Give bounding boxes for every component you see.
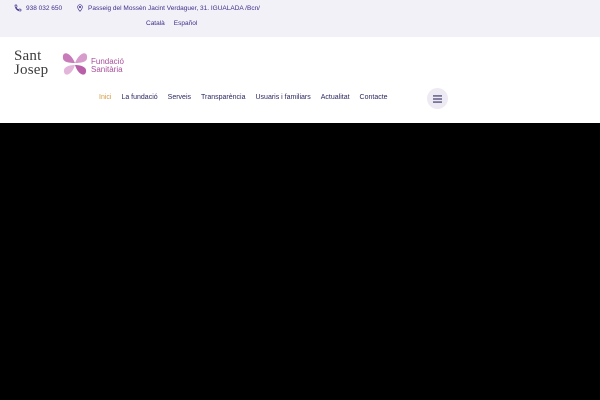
logo-tagline-2: Sanitària	[91, 65, 123, 74]
nav-item-contacte[interactable]: Contacte	[360, 94, 388, 101]
site-logo[interactable]: Sant Josep Fundació Sanitària	[14, 48, 126, 82]
language-switcher: Català Español	[146, 20, 197, 27]
location-pin-icon	[77, 4, 83, 12]
phone-number[interactable]: 938 032 650	[26, 5, 62, 12]
phone-contact[interactable]: 938 032 650	[14, 2, 62, 14]
nav-item-serveis[interactable]: Serveis	[168, 94, 191, 101]
address-text[interactable]: Passeig del Mossèn Jacint Verdaguer, 31.…	[88, 5, 260, 12]
hero-video-area	[0, 123, 600, 400]
butterfly-logo-icon	[62, 53, 88, 75]
language-catala[interactable]: Català	[146, 20, 165, 27]
logo-text-josep: Josep	[14, 62, 49, 78]
nav-item-la-fundacio[interactable]: La fundació	[121, 94, 157, 101]
nav-item-actualitat[interactable]: Actualitat	[321, 94, 350, 101]
nav-item-transparencia[interactable]: Transparència	[201, 94, 246, 101]
top-bar: 938 032 650 Passeig del Mossèn Jacint Ve…	[0, 0, 600, 37]
nav-item-inici[interactable]: Inici	[99, 94, 111, 101]
phone-icon	[14, 4, 22, 12]
hamburger-menu-icon	[433, 94, 442, 103]
site-header: Sant Josep Fundació Sanitària Inici La f…	[0, 37, 600, 123]
menu-button[interactable]	[427, 88, 448, 109]
nav-item-usuaris-i-familiars[interactable]: Usuaris i familiars	[256, 94, 311, 101]
main-navigation: Inici La fundació Serveis Transparència …	[99, 94, 388, 101]
language-espanol[interactable]: Español	[174, 20, 198, 27]
address-contact[interactable]: Passeig del Mossèn Jacint Verdaguer, 31.…	[76, 2, 260, 14]
